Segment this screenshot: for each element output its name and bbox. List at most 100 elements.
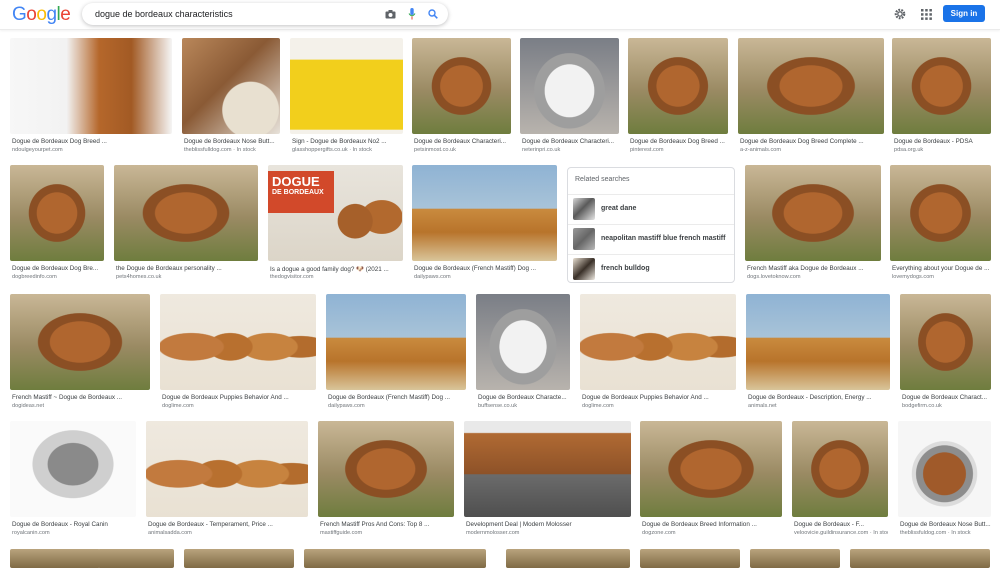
search-input[interactable] bbox=[95, 6, 380, 22]
result-thumbnail[interactable] bbox=[10, 165, 104, 261]
result-title[interactable]: Dogue de Bordeaux Nose Butt... bbox=[900, 521, 991, 528]
result-thumbnail[interactable]: DOGUE DE BORDEAUX bbox=[268, 165, 403, 261]
image-result[interactable]: Dogue de Bordeaux - Royal Canin royalcani… bbox=[10, 421, 136, 539]
result-thumbnail[interactable] bbox=[640, 421, 782, 517]
image-result[interactable]: Dogue de Bordeaux Charact... bodgefirm.co… bbox=[900, 294, 991, 412]
result-title[interactable]: Dogue de Bordeaux - Description, Energy … bbox=[748, 394, 890, 401]
result-thumbnail[interactable] bbox=[318, 421, 454, 517]
image-result[interactable]: Dogue de Bordeaux (French Mastiff) Dog .… bbox=[412, 165, 557, 283]
result-thumbnail[interactable] bbox=[898, 421, 991, 517]
result-thumbnail[interactable] bbox=[476, 294, 570, 390]
google-logo[interactable]: Google bbox=[12, 4, 71, 26]
result-title[interactable]: Is a dogue a good family dog? 🐶 (2021 ..… bbox=[270, 265, 403, 273]
image-result[interactable]: the Dogue de Bordeaux personality ... pet… bbox=[114, 165, 258, 283]
image-result[interactable]: Dogue de Bordeaux (French Mastiff) Dog .… bbox=[326, 294, 466, 412]
image-result[interactable]: French Mastiff ~ Dogue de Bordeaux ... do… bbox=[10, 294, 150, 412]
result-title[interactable]: Sign - Dogue de Bordeaux No2 ... bbox=[292, 138, 403, 145]
result-thumbnail[interactable] bbox=[146, 421, 308, 517]
image-result[interactable]: Dogue de Bordeaux Dog Bre... dogbreedinfo… bbox=[10, 165, 104, 283]
result-title[interactable]: Dogue de Bordeaux Characte... bbox=[478, 394, 570, 401]
related-search-item[interactable]: french bulldog bbox=[568, 254, 734, 282]
result-title[interactable]: Dogue de Bordeaux Dog Breed ... bbox=[630, 138, 728, 145]
camera-icon[interactable] bbox=[383, 7, 397, 21]
image-result[interactable]: Dogue de Bordeaux - Temperament, Price .… bbox=[146, 421, 308, 539]
result-title[interactable]: Dogue de Bordeaux Characteri... bbox=[522, 138, 619, 145]
result-thumbnail[interactable] bbox=[464, 421, 631, 517]
result-thumbnail[interactable] bbox=[412, 165, 557, 261]
image-result[interactable]: Everything about your Dogue de ... lovemy… bbox=[890, 165, 991, 283]
image-result[interactable] bbox=[360, 549, 486, 568]
result-title[interactable]: the Dogue de Bordeaux personality ... bbox=[116, 265, 258, 272]
image-result[interactable]: Dogue de Bordeaux - PDSA pdsa.org.uk bbox=[892, 38, 991, 156]
image-result[interactable] bbox=[184, 549, 294, 568]
result-title[interactable]: Dogue de Bordeaux (French Mastiff) Dog .… bbox=[414, 265, 557, 272]
result-thumbnail[interactable] bbox=[10, 294, 150, 390]
result-title[interactable]: Dogue de Bordeaux Puppies Behavior And .… bbox=[162, 394, 316, 401]
result-thumbnail[interactable] bbox=[10, 38, 172, 134]
image-result[interactable]: Dogue de Bordeaux Breed Information ... d… bbox=[640, 421, 782, 539]
result-title[interactable]: Dogue de Bordeaux - Royal Canin bbox=[12, 521, 136, 528]
result-title[interactable]: Dogue de Bordeaux Charact... bbox=[902, 394, 991, 401]
image-result[interactable] bbox=[506, 549, 630, 568]
image-result[interactable] bbox=[98, 549, 174, 568]
image-result[interactable] bbox=[850, 549, 990, 568]
image-result[interactable]: French Mastiff aka Dogue de Bordeaux ...… bbox=[745, 165, 881, 283]
result-title[interactable]: Dogue de Bordeaux - Temperament, Price .… bbox=[148, 521, 308, 528]
result-thumbnail[interactable] bbox=[114, 165, 258, 261]
related-search-item[interactable]: neapolitan mastiff blue french mastiff bbox=[568, 224, 734, 252]
result-title[interactable]: Dogue de Bordeaux Dog Breed Complete ... bbox=[740, 138, 884, 145]
result-title[interactable]: French Mastiff ~ Dogue de Bordeaux ... bbox=[12, 394, 150, 401]
result-thumbnail[interactable] bbox=[738, 38, 884, 134]
image-result[interactable]: Dogue de Bordeaux Nose Butt... thebliss​f… bbox=[182, 38, 280, 156]
image-result[interactable]: Development Deal | Modern Molosser modern… bbox=[464, 421, 631, 539]
result-thumbnail[interactable] bbox=[290, 38, 403, 134]
result-title[interactable]: Dogue de Bordeaux Dog Bre... bbox=[12, 265, 104, 272]
result-thumbnail[interactable] bbox=[892, 38, 991, 134]
image-result[interactable]: Dogue de Bordeaux - F... veloovicie.guild… bbox=[792, 421, 888, 539]
result-thumbnail[interactable] bbox=[412, 38, 511, 134]
image-result[interactable]: Dogue de Bordeaux Puppies Behavior And .… bbox=[160, 294, 316, 412]
related-search-item[interactable]: great dane bbox=[568, 194, 734, 222]
image-result[interactable] bbox=[750, 549, 840, 568]
result-title[interactable]: Dogue de Bordeaux Characteri... bbox=[414, 138, 511, 145]
image-result[interactable]: French Mastiff Pros And Cons: Top 8 ... m… bbox=[318, 421, 454, 539]
result-thumbnail[interactable] bbox=[745, 165, 881, 261]
result-title[interactable]: Dogue de Bordeaux Puppies Behavior And .… bbox=[582, 394, 736, 401]
image-result[interactable] bbox=[10, 549, 100, 568]
result-thumbnail[interactable] bbox=[182, 38, 280, 134]
search-icon[interactable] bbox=[426, 7, 440, 21]
image-result[interactable] bbox=[640, 549, 740, 568]
result-title[interactable]: Dogue de Bordeaux Breed Information ... bbox=[642, 521, 782, 528]
result-title[interactable]: French Mastiff Pros And Cons: Top 8 ... bbox=[320, 521, 454, 528]
result-title[interactable]: Dogue de Bordeaux - PDSA bbox=[894, 138, 991, 145]
image-result[interactable]: Dogue de Bordeaux Characteri... petsinmos… bbox=[412, 38, 511, 156]
image-result[interactable]: Dogue de Bordeaux Characteri... neterinpr… bbox=[520, 38, 619, 156]
microphone-icon[interactable] bbox=[405, 7, 419, 21]
result-thumbnail[interactable] bbox=[580, 294, 736, 390]
image-result[interactable]: Dogue de Bordeaux Characte... buffsense.c… bbox=[476, 294, 570, 412]
image-result[interactable]: Dogue de Bordeaux - Description, Energy … bbox=[746, 294, 890, 412]
result-title[interactable]: Dogue de Bordeaux (French Mastiff) Dog .… bbox=[328, 394, 466, 401]
gear-icon[interactable] bbox=[893, 7, 907, 21]
image-result[interactable]: Dogue de Bordeaux Dog Breed ... ndoulgeyo… bbox=[10, 38, 172, 156]
image-result[interactable]: Sign - Dogue de Bordeaux No2 ... glasshop… bbox=[290, 38, 403, 156]
apps-grid-icon[interactable] bbox=[919, 7, 933, 21]
image-result[interactable]: Dogue de Bordeaux Dog Breed Complete ...… bbox=[738, 38, 884, 156]
result-thumbnail[interactable] bbox=[520, 38, 619, 134]
result-thumbnail[interactable] bbox=[326, 294, 466, 390]
result-title[interactable]: Everything about your Dogue de ... bbox=[892, 265, 991, 272]
image-result[interactable]: DOGUE DE BORDEAUX Is a dogue a good family… bbox=[268, 165, 403, 283]
result-title[interactable]: Dogue de Bordeaux Dog Breed ... bbox=[12, 138, 172, 145]
result-thumbnail[interactable] bbox=[792, 421, 888, 517]
image-result[interactable]: Dogue de Bordeaux Nose Butt... theblissfu… bbox=[898, 421, 991, 539]
result-thumbnail[interactable] bbox=[628, 38, 728, 134]
result-title[interactable]: French Mastiff aka Dogue de Bordeaux ... bbox=[747, 265, 881, 272]
result-thumbnail[interactable] bbox=[160, 294, 316, 390]
result-thumbnail[interactable] bbox=[900, 294, 991, 390]
result-thumbnail[interactable] bbox=[890, 165, 991, 261]
result-title[interactable]: Development Deal | Modern Molosser bbox=[466, 521, 631, 528]
result-title[interactable]: Dogue de Bordeaux - F... bbox=[794, 521, 888, 528]
result-title[interactable]: Dogue de Bordeaux Nose Butt... bbox=[184, 138, 280, 145]
image-result[interactable]: Dogue de Bordeaux Puppies Behavior And .… bbox=[580, 294, 736, 412]
sign-in-button[interactable]: Sign in bbox=[943, 5, 985, 22]
